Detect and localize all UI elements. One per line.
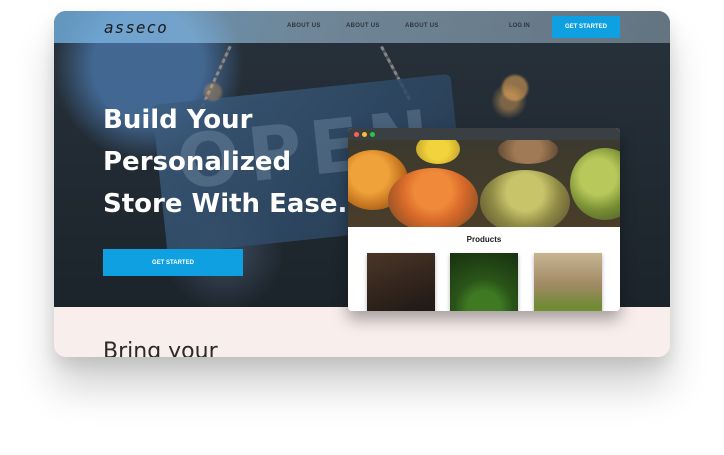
brand-logo[interactable]: asseco xyxy=(104,18,168,37)
window-close-dot-icon xyxy=(354,131,359,137)
bananas-basket xyxy=(416,140,460,164)
products-title: Products xyxy=(466,235,502,244)
hero-get-started-button[interactable]: GET STARTED xyxy=(103,249,243,276)
section-heading: Bring your xyxy=(103,339,218,357)
bokeh-light xyxy=(502,75,528,101)
page-stage: OPEN asseco ABOUT US ABOUT US ABOUT US L… xyxy=(0,0,724,455)
pears-basket xyxy=(480,170,570,227)
nav-links: ABOUT US ABOUT US ABOUT US xyxy=(287,23,464,29)
window-maximize-dot-icon xyxy=(370,131,375,137)
potatoes-basket xyxy=(498,140,558,164)
window-minimize-dot-icon xyxy=(362,131,367,137)
login-link[interactable]: LOG IN xyxy=(509,23,530,29)
browser-title-bar xyxy=(348,128,620,140)
nav-link-about-us-2[interactable]: ABOUT US xyxy=(346,23,405,29)
nav-link-about-us-1[interactable]: ABOUT US xyxy=(287,23,346,29)
nav-link-about-us-3[interactable]: ABOUT US xyxy=(405,23,464,29)
produce-banner-image xyxy=(348,140,620,227)
apples-basket xyxy=(570,148,620,220)
website-preview-card: OPEN asseco ABOUT US ABOUT US ABOUT US L… xyxy=(54,11,670,357)
product-thumbnail-market[interactable] xyxy=(534,253,602,311)
store-preview-window: Products xyxy=(348,128,620,311)
product-thumbnail-greens[interactable] xyxy=(450,253,518,311)
nav-get-started-button[interactable]: GET STARTED xyxy=(552,16,620,38)
grapefruit-basket xyxy=(388,168,478,227)
product-thumbnail-scale[interactable] xyxy=(367,253,435,311)
